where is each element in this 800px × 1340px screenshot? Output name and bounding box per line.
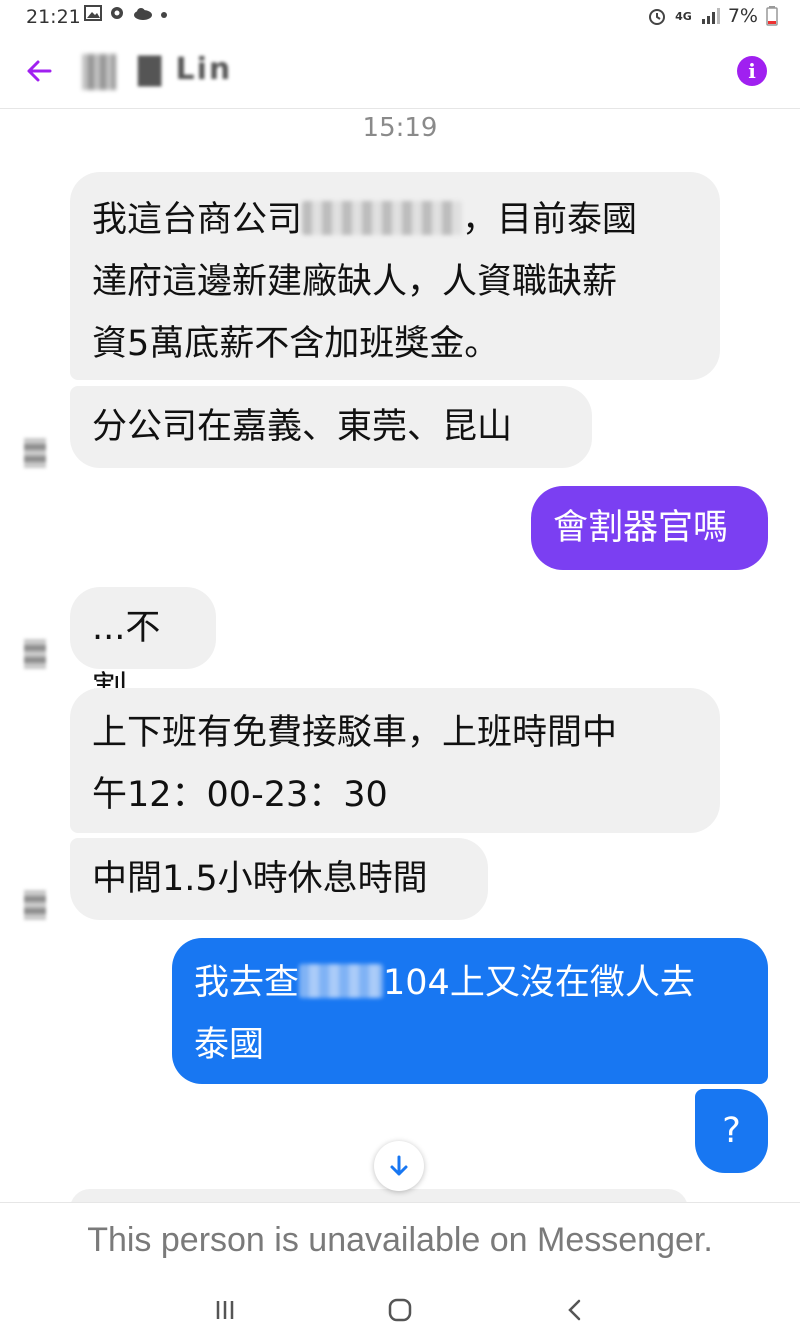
sender-avatar[interactable]	[24, 890, 46, 920]
notification-icons	[84, 4, 168, 22]
info-icon[interactable]: i	[737, 56, 767, 86]
contact-name[interactable]: ▇ Lin	[138, 52, 232, 87]
outgoing-message[interactable]: ?	[695, 1089, 768, 1173]
message-line: 我這台商公司 ，目前泰國	[92, 189, 698, 251]
signal-icon	[701, 8, 720, 24]
incoming-message[interactable]: ...不割	[70, 587, 216, 710]
image-icon	[84, 5, 102, 21]
battery-level: 7%	[727, 5, 758, 27]
incoming-message[interactable]: 分公司在嘉義、東莞、昆山	[70, 386, 592, 468]
cloud-icon	[134, 8, 152, 20]
incoming-message[interactable]: 我這台商公司 ，目前泰國 達府這邊新建廠缺人，人資職缺薪 資5萬底薪不含加班獎金。	[70, 172, 720, 380]
sender-avatar[interactable]	[24, 438, 46, 468]
back-icon[interactable]	[555, 1290, 595, 1330]
incoming-message[interactable]: 上下班有免費接駁車，上班時間中 午12：00-23：30	[70, 688, 720, 833]
back-arrow-icon[interactable]	[22, 54, 56, 88]
contact-avatar[interactable]	[82, 54, 116, 90]
status-time: 21:21	[26, 6, 81, 28]
message-text: 104上又沒在徵人去	[383, 963, 695, 1003]
network-type: 4G	[675, 9, 692, 23]
message-text: ，目前泰國	[462, 200, 638, 240]
incoming-message[interactable]: 中間1.5小時休息時間	[70, 838, 488, 920]
message-timestamp: 15:19	[362, 113, 438, 143]
scroll-to-bottom-button[interactable]	[374, 1141, 424, 1191]
redacted-company	[299, 964, 384, 998]
unavailable-notice: This person is unavailable on Messenger.	[87, 1221, 713, 1259]
message-line: 午12：00-23：30	[92, 775, 388, 815]
redacted-company	[302, 201, 463, 235]
message-text: ?	[722, 1111, 741, 1151]
message-text: 分公司在嘉義、東莞、昆山	[92, 407, 513, 447]
message-text: 我去查	[194, 963, 300, 1003]
system-nav-bar	[0, 1282, 800, 1340]
composer-area: This person is unavailable on Messenger.	[0, 1202, 800, 1283]
battery-icon	[766, 6, 778, 26]
alarm-icon	[649, 9, 666, 25]
outgoing-message[interactable]: 會割器官嗎	[531, 486, 768, 570]
message-line: 上下班有免費接駁車，上班時間中	[92, 713, 618, 753]
arrow-down-icon	[390, 1155, 408, 1176]
message-line: 我去查 104上又沒在徵人去	[194, 952, 746, 1014]
status-bar: 21:21 4G 7%	[0, 0, 800, 34]
message-line: 泰國	[194, 1025, 265, 1065]
message-line: 達府這邊新建廠缺人，人資職缺薪	[92, 262, 618, 302]
message-text: 我這台商公司	[92, 200, 303, 240]
dot-icon	[161, 12, 167, 18]
message-text: 中間1.5小時休息時間	[92, 859, 428, 899]
outgoing-message[interactable]: 我去查 104上又沒在徵人去 泰國	[172, 938, 768, 1084]
gear-icon	[111, 7, 123, 19]
conversation-header: ▇ Lin i	[0, 34, 800, 109]
message-line: 資5萬底薪不含加班獎金。	[92, 324, 500, 364]
sender-avatar[interactable]	[24, 639, 46, 669]
home-icon[interactable]	[380, 1290, 420, 1330]
message-text: 會割器官嗎	[553, 508, 729, 548]
recent-apps-icon[interactable]	[205, 1290, 245, 1330]
